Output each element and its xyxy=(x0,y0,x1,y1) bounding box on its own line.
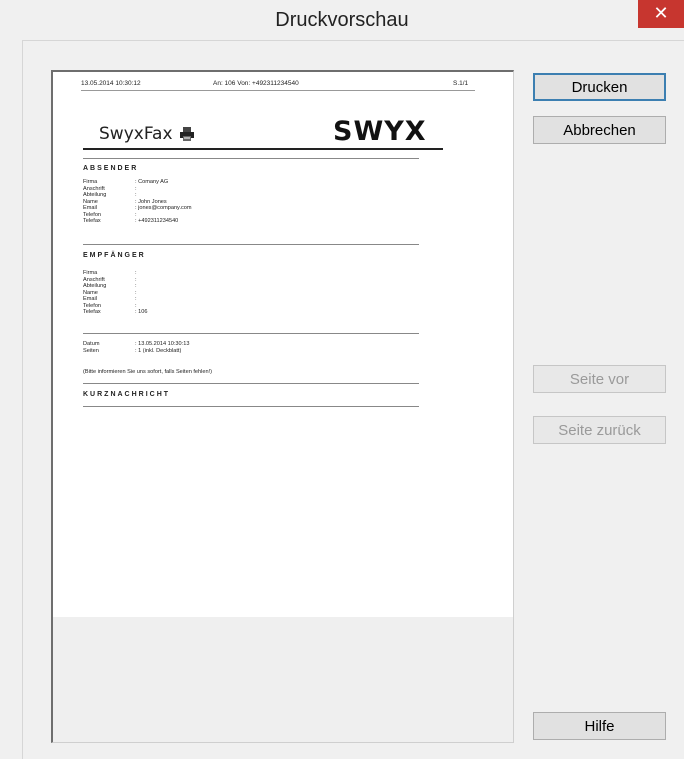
page-header-recipient: An: 106 Von: +492311234540 xyxy=(213,80,299,87)
next-page-button[interactable]: Seite vor xyxy=(533,365,666,393)
page-header-datetime: 13.05.2014 10:30:12 xyxy=(81,80,141,87)
sender-fields: Firma: Comany AG Anschrift: Abteilung: N… xyxy=(83,179,192,225)
close-button[interactable]: ✕ xyxy=(638,0,684,28)
logo-divider xyxy=(83,148,443,150)
meta-fields: Datum: 13.05.2014 10:30:13 Seiten: 1 (in… xyxy=(83,341,189,354)
short-message-title: KURZNACHRICHT xyxy=(83,391,171,398)
recipient-section-title: EMPFÄNGER xyxy=(83,252,146,259)
swyx-brand-logo: SWYX xyxy=(333,116,427,147)
printer-icon xyxy=(180,127,194,141)
print-preview-pane: 13.05.2014 10:30:12 An: 106 Von: +492311… xyxy=(51,70,514,743)
header-divider xyxy=(81,90,475,91)
field-row: Seiten: 1 (inkl. Deckblatt) xyxy=(83,347,182,354)
cancel-button[interactable]: Abbrechen xyxy=(533,116,666,144)
swyxfax-logo-text: SwyxFax xyxy=(99,124,173,144)
message-divider xyxy=(83,383,419,384)
print-button[interactable]: Drucken xyxy=(533,73,666,101)
recipient-divider xyxy=(83,244,419,245)
previous-page-button[interactable]: Seite zurück xyxy=(533,416,666,444)
recipient-fields: Firma: Anschrift: Abteilung: Name: Email… xyxy=(83,270,147,316)
title-bar: Druckvorschau ✕ xyxy=(0,0,684,40)
help-button[interactable]: Hilfe xyxy=(533,712,666,740)
field-row: Telefax: 106 xyxy=(83,309,148,315)
sender-divider xyxy=(83,158,419,159)
page-header-page: S.1/1 xyxy=(453,80,469,87)
sender-section-title: ABSENDER xyxy=(83,165,139,172)
meta-divider xyxy=(83,333,419,334)
message-bottom-divider xyxy=(83,406,419,407)
field-row: Telefax: +492311234540 xyxy=(83,218,179,224)
preview-page: 13.05.2014 10:30:12 An: 106 Von: +492311… xyxy=(53,72,513,617)
window-title: Druckvorschau xyxy=(275,9,409,31)
missing-pages-note: (Bitte informieren Sie uns sofort, falls… xyxy=(83,369,213,375)
